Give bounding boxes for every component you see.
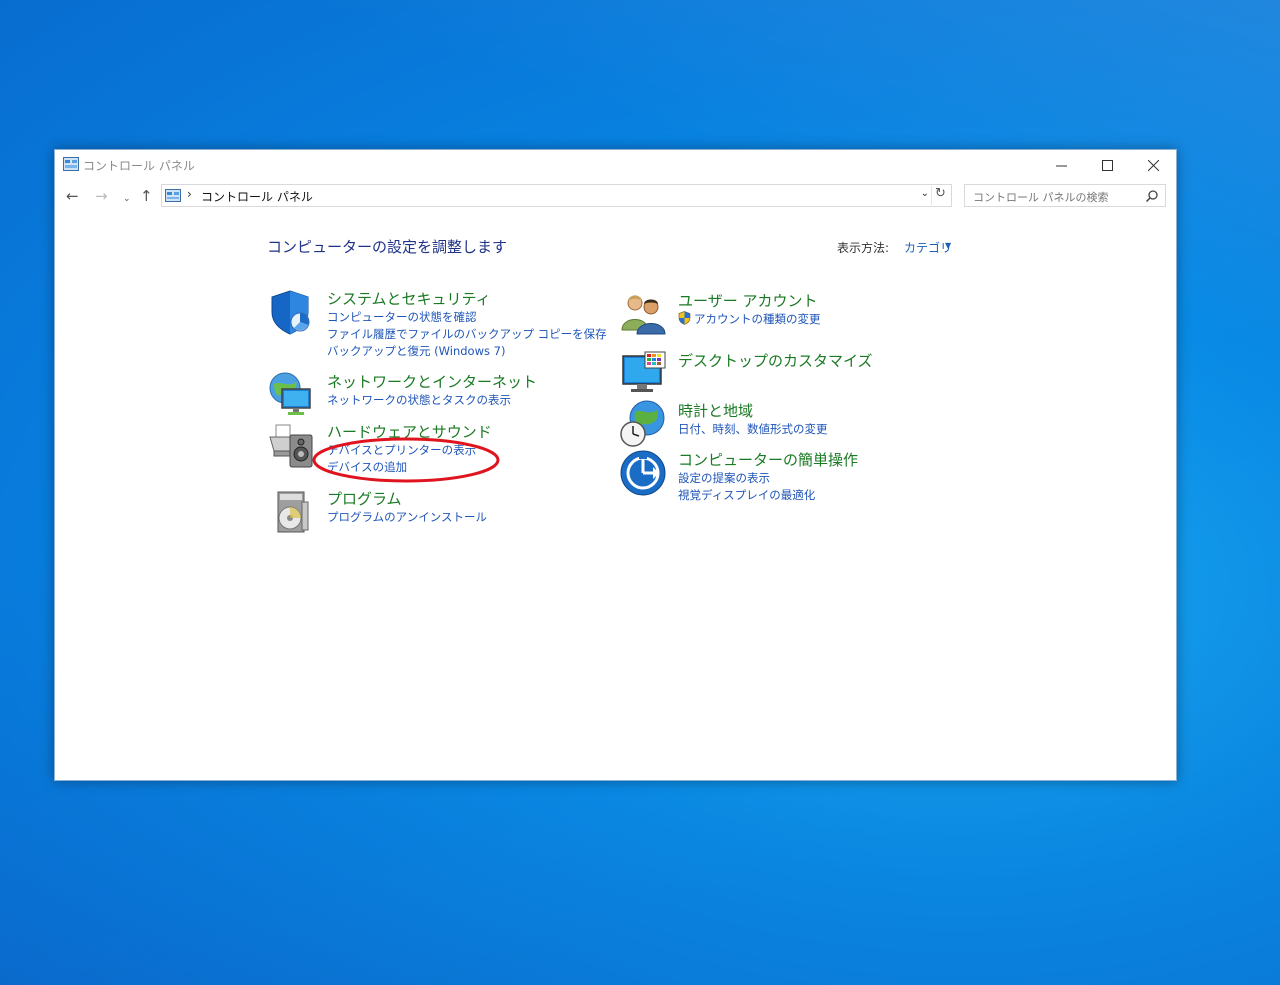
- control-panel-window: コントロール パネル ← → ⌄ ↑ › コントロール パネル ⌄ ↻ コントロ…: [54, 149, 1177, 781]
- clock-globe-icon: [620, 400, 665, 447]
- chevron-down-icon[interactable]: ▼: [945, 241, 951, 250]
- security-shield-icon: [271, 290, 310, 335]
- link-suggested-settings[interactable]: 設定の提案の表示: [678, 470, 815, 487]
- breadcrumb-control-panel[interactable]: コントロール パネル: [201, 188, 313, 205]
- page-title: コンピューターの設定を調整します: [267, 238, 508, 256]
- close-icon: [1147, 159, 1159, 171]
- window-title: コントロール パネル: [83, 159, 195, 173]
- desktop-customization-icon: [622, 351, 666, 392]
- maximize-button[interactable]: [1084, 150, 1130, 180]
- link-uninstall-program[interactable]: プログラムのアンインストール: [327, 509, 487, 526]
- category-title-appearance[interactable]: デスクトップのカスタマイズ: [678, 350, 873, 371]
- category-title-clock-region[interactable]: 時計と地域: [678, 400, 753, 421]
- network-globe-icon: [269, 372, 311, 415]
- recent-locations-button[interactable]: ⌄: [123, 190, 131, 208]
- ease-of-access-icon: [620, 450, 666, 496]
- address-dropdown-button[interactable]: ⌄: [921, 188, 929, 199]
- uac-shield-icon: [678, 311, 691, 325]
- maximize-icon: [1101, 159, 1113, 171]
- printer-icon: [269, 424, 313, 468]
- user-accounts-icon: [621, 295, 666, 335]
- link-optimize-visual-display[interactable]: 視覚ディスプレイの最適化: [678, 487, 815, 504]
- address-bar[interactable]: › コントロール パネル ⌄ ↻: [161, 184, 952, 207]
- view-by-label: 表示方法:: [837, 241, 890, 255]
- search-icon[interactable]: [1145, 189, 1159, 203]
- search-placeholder: コントロール パネルの検索: [973, 191, 1109, 204]
- category-title-ease-of-access[interactable]: コンピューターの簡単操作: [678, 449, 858, 470]
- forward-button[interactable]: →: [95, 187, 108, 205]
- breadcrumb-separator[interactable]: ›: [187, 187, 192, 201]
- main-content: コンピューターの設定を調整します 表示方法: カテゴリ ▼ システムとセキュリテ…: [55, 210, 1176, 780]
- up-button[interactable]: ↑: [140, 187, 153, 205]
- category-title-user-accounts[interactable]: ユーザー アカウント: [678, 290, 817, 311]
- navigation-bar: ← → ⌄ ↑ › コントロール パネル ⌄ ↻ コントロール パネルの検索: [55, 182, 1176, 210]
- link-change-date-time-format[interactable]: 日付、時刻、数値形式の変更: [678, 421, 828, 438]
- link-change-account-type-label[interactable]: アカウントの種類の変更: [694, 312, 821, 326]
- back-button[interactable]: ←: [66, 187, 79, 205]
- link-file-history-backup[interactable]: ファイル履歴でファイルのバックアップ コピーを保存: [327, 326, 607, 343]
- search-input[interactable]: コントロール パネルの検索: [964, 184, 1166, 207]
- title-bar[interactable]: コントロール パネル: [55, 150, 1176, 180]
- refresh-button[interactable]: ↻: [931, 186, 949, 205]
- control-panel-icon: [165, 189, 181, 202]
- link-change-account-type[interactable]: アカウントの種類の変更: [678, 311, 821, 328]
- minimize-icon: [1055, 165, 1067, 166]
- link-check-computer-status[interactable]: コンピューターの状態を確認: [327, 309, 607, 326]
- minimize-button[interactable]: [1038, 150, 1084, 180]
- link-add-device[interactable]: デバイスの追加: [327, 459, 476, 476]
- category-title-system-security[interactable]: システムとセキュリティ: [327, 288, 491, 309]
- control-panel-icon: [63, 157, 79, 171]
- category-title-programs[interactable]: プログラム: [327, 488, 402, 509]
- link-devices-printers[interactable]: デバイスとプリンターの表示: [327, 442, 476, 459]
- category-title-network-internet[interactable]: ネットワークとインターネット: [327, 371, 537, 392]
- close-button[interactable]: [1130, 150, 1176, 180]
- programs-disc-icon: [277, 491, 309, 533]
- category-title-hardware-sound[interactable]: ハードウェアとサウンド: [327, 421, 492, 442]
- link-backup-restore[interactable]: バックアップと復元 (Windows 7): [327, 343, 607, 360]
- link-network-status-tasks[interactable]: ネットワークの状態とタスクの表示: [327, 392, 511, 409]
